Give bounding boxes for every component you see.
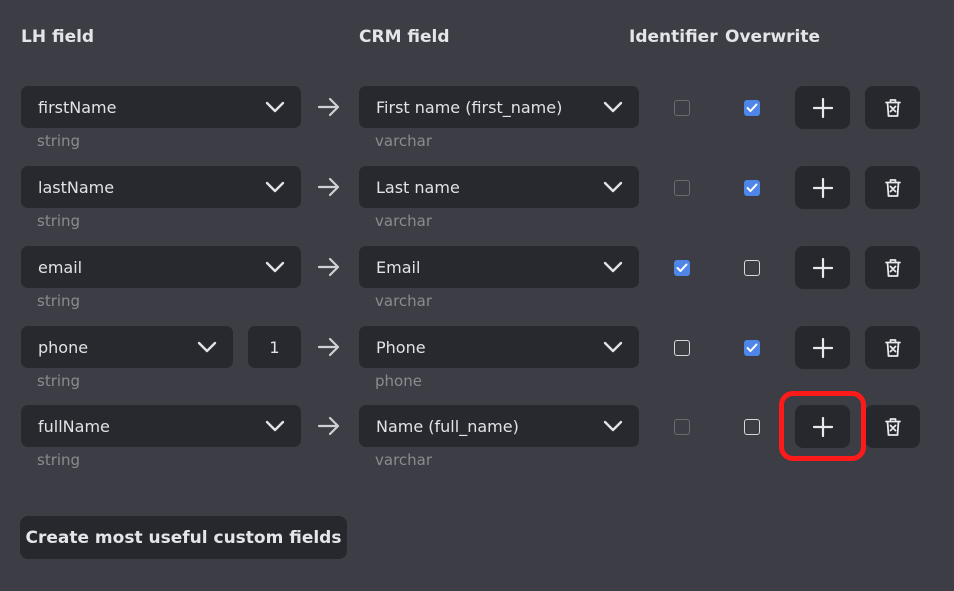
arrow-right-icon (317, 416, 340, 436)
lh-field-value: phone (38, 337, 89, 357)
overwrite-checkbox[interactable] (744, 180, 760, 196)
chevron-down-icon (603, 101, 623, 113)
identifier-checkbox[interactable] (674, 340, 690, 356)
lh-field-value: email (38, 257, 83, 277)
chevron-down-icon (603, 181, 623, 193)
header-identifier: Identifier (629, 27, 718, 47)
add-mapping-button[interactable] (795, 86, 850, 129)
crm-field-select[interactable]: Last name (359, 166, 639, 208)
delete-mapping-button[interactable] (865, 166, 920, 209)
chevron-down-icon (265, 261, 285, 273)
delete-mapping-button[interactable] (865, 86, 920, 129)
trash-icon (884, 417, 901, 436)
delete-mapping-button[interactable] (865, 405, 920, 448)
add-mapping-button[interactable] (795, 246, 850, 289)
lh-field-type: string (37, 451, 81, 469)
lh-field-type: string (37, 372, 81, 390)
lh-field-type: string (37, 212, 81, 230)
create-custom-fields-button[interactable]: Create most useful custom fields (20, 516, 347, 559)
mapping-row: firstName string First name (first_name)… (0, 86, 954, 166)
crm-field-value: Last name (376, 177, 460, 197)
identifier-checkbox[interactable] (674, 260, 690, 276)
trash-icon (884, 258, 901, 277)
chevron-down-icon (265, 181, 285, 193)
lh-field-value: fullName (38, 416, 110, 436)
checkmark-icon (746, 343, 758, 352)
plus-icon (812, 257, 833, 278)
header-lh-field: LH field (21, 27, 95, 47)
add-mapping-button[interactable] (795, 166, 850, 209)
overwrite-checkbox[interactable] (744, 100, 760, 116)
crm-field-value: Name (full_name) (376, 416, 519, 436)
checkmark-icon (746, 183, 758, 192)
crm-field-value: Email (376, 257, 421, 277)
field-index-input[interactable]: 1 (248, 326, 301, 368)
plus-icon (812, 337, 833, 358)
header-crm-field: CRM field (359, 27, 450, 47)
arrow-right-icon (317, 337, 340, 357)
chevron-down-icon (265, 420, 285, 432)
lh-field-type: string (37, 292, 81, 310)
delete-mapping-button[interactable] (865, 326, 920, 369)
overwrite-checkbox[interactable] (744, 340, 760, 356)
overwrite-checkbox[interactable] (744, 260, 760, 276)
chevron-down-icon (265, 101, 285, 113)
crm-field-select[interactable]: Name (full_name) (359, 405, 639, 447)
checkmark-icon (676, 263, 688, 272)
arrow-right-icon (317, 177, 340, 197)
add-mapping-button[interactable] (795, 326, 850, 369)
crm-field-type: varchar (375, 212, 433, 230)
lh-field-value: lastName (38, 177, 115, 197)
lh-field-select[interactable]: firstName (21, 86, 301, 128)
identifier-checkbox[interactable] (674, 180, 690, 196)
lh-field-select[interactable]: fullName (21, 405, 301, 447)
crm-field-select[interactable]: First name (first_name) (359, 86, 639, 128)
crm-field-select[interactable]: Email (359, 246, 639, 288)
highlight-annotation (779, 391, 866, 461)
plus-icon (812, 97, 833, 118)
trash-icon (884, 98, 901, 117)
crm-field-select[interactable]: Phone (359, 326, 639, 368)
plus-icon (812, 177, 833, 198)
lh-field-select[interactable]: email (21, 246, 301, 288)
identifier-checkbox[interactable] (674, 419, 690, 435)
crm-field-type: varchar (375, 451, 433, 469)
checkmark-icon (746, 103, 758, 112)
lh-field-select[interactable]: lastName (21, 166, 301, 208)
identifier-checkbox[interactable] (674, 100, 690, 116)
arrow-right-icon (317, 257, 340, 277)
field-mapping-panel: LH field CRM field Identifier Overwrite … (0, 0, 954, 591)
chevron-down-icon (603, 341, 623, 353)
lh-field-select[interactable]: phone (21, 326, 233, 368)
mapping-row: email string Email varchar (0, 246, 954, 326)
header-overwrite: Overwrite (725, 27, 821, 47)
mapping-row: lastName string Last name varchar (0, 166, 954, 246)
delete-mapping-button[interactable] (865, 246, 920, 289)
crm-field-type: varchar (375, 132, 433, 150)
chevron-down-icon (197, 341, 217, 353)
trash-icon (884, 338, 901, 357)
arrow-right-icon (317, 97, 340, 117)
chevron-down-icon (603, 261, 623, 273)
crm-field-type: phone (375, 372, 422, 390)
crm-field-value: First name (first_name) (376, 97, 563, 117)
lh-field-type: string (37, 132, 81, 150)
crm-field-value: Phone (376, 337, 426, 357)
chevron-down-icon (603, 420, 623, 432)
lh-field-value: firstName (38, 97, 117, 117)
trash-icon (884, 178, 901, 197)
overwrite-checkbox[interactable] (744, 419, 760, 435)
crm-field-type: varchar (375, 292, 433, 310)
